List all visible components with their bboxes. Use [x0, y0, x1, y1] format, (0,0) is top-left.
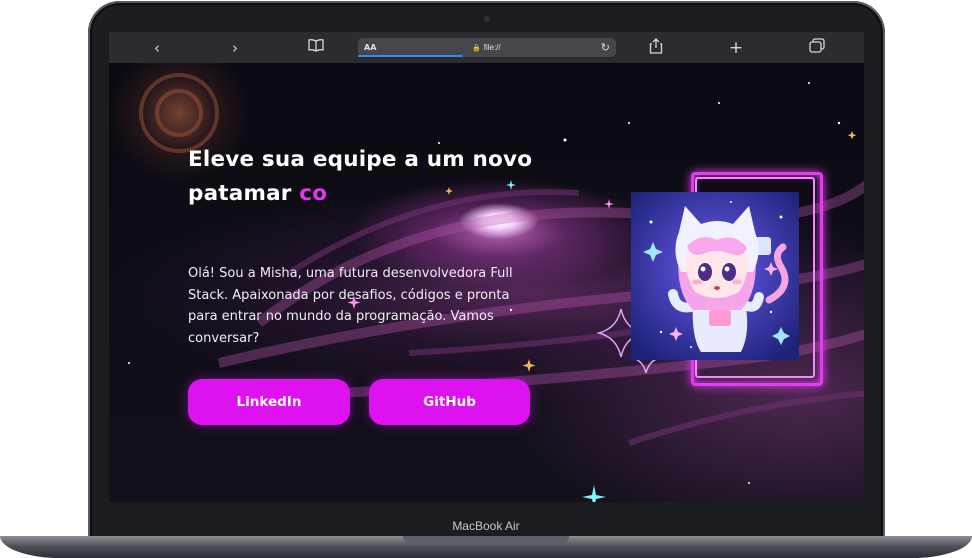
headline-text: Eleve sua equipe a um novo patamar: [188, 147, 533, 206]
tabs-icon[interactable]: [807, 38, 827, 58]
linkedin-button[interactable]: LinkedIn: [188, 379, 350, 425]
chevron-left-icon[interactable]: ‹: [149, 38, 165, 58]
camera-icon: [484, 16, 490, 22]
address-bar[interactable]: AA 🔒 file:// ↻: [358, 38, 616, 57]
laptop-notch: [403, 536, 569, 544]
url-value: file://: [483, 43, 501, 52]
device-label: MacBook Air: [452, 519, 520, 533]
share-icon[interactable]: [647, 38, 665, 58]
loading-progress: [358, 55, 463, 57]
profile-avatar: [631, 192, 799, 360]
typed-text: co: [299, 181, 328, 206]
hero-intro: Olá! Sou a Misha, uma futura desenvolved…: [188, 266, 513, 346]
lock-icon: 🔒: [472, 45, 481, 52]
reload-icon[interactable]: ↻: [601, 38, 610, 57]
plus-icon[interactable]: +: [727, 38, 745, 58]
hero-headline: Eleve sua equipe a um novo patamar co: [188, 143, 548, 211]
browser-toolbar: ‹ › AA 🔒 file:// ↻ +: [109, 32, 864, 64]
book-icon[interactable]: [306, 38, 326, 58]
url-text: 🔒 file://: [472, 38, 501, 58]
screen: ‹ › AA 🔒 file:// ↻ + Eleve sua equipe a …: [109, 32, 864, 502]
portfolio-page: Eleve sua equipe a um novo patamar co Ol…: [109, 63, 864, 502]
chevron-right-icon[interactable]: ›: [227, 38, 243, 58]
github-button[interactable]: GitHub: [369, 379, 530, 425]
